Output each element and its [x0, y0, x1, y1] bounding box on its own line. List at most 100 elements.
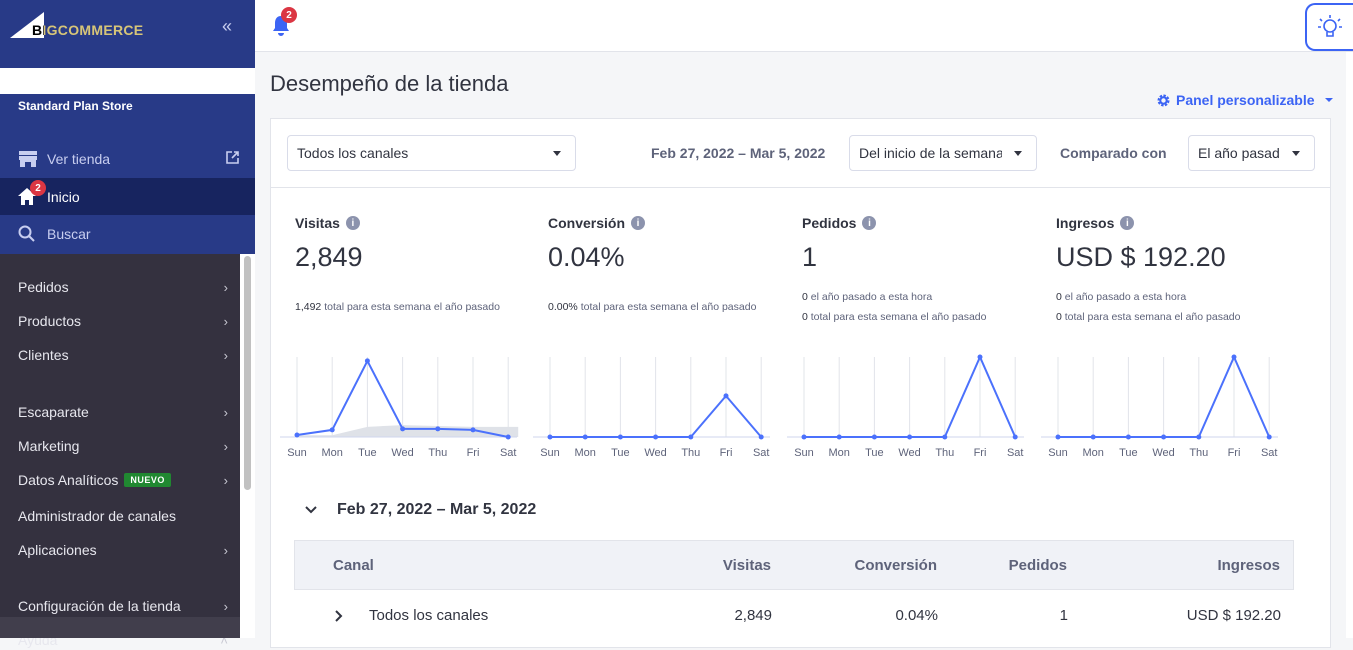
- x-tick-label: Wed: [391, 447, 413, 459]
- period-select[interactable]: Del inicio de la semana: [849, 135, 1037, 171]
- metric-comparison: 0 total para esta semana el año pasado: [802, 311, 987, 323]
- data-point[interactable]: [1231, 354, 1237, 360]
- chart-conversión: Sun Mon Tue Wed Thu Fri Sat: [533, 357, 770, 459]
- data-point[interactable]: [723, 393, 729, 399]
- sidebar-scroll-thumb[interactable]: [244, 256, 251, 490]
- store-name: Standard Plan Store: [18, 99, 133, 113]
- x-tick-label: Wed: [1152, 447, 1174, 459]
- sidebar-item-administrador-de-canales[interactable]: Administrador de canales: [18, 506, 228, 526]
- new-badge: NUEVO: [124, 473, 171, 487]
- sidebar-item-productos[interactable]: Productos ›: [18, 311, 228, 331]
- info-icon[interactable]: i: [345, 216, 360, 230]
- lightbulb-help-button[interactable]: [1305, 3, 1353, 51]
- compare-select[interactable]: El año pasado: [1188, 135, 1315, 171]
- data-point[interactable]: [400, 426, 406, 432]
- data-point[interactable]: [1196, 434, 1202, 440]
- x-tick-label: Wed: [898, 447, 920, 459]
- data-point[interactable]: [435, 426, 441, 432]
- data-point[interactable]: [1161, 434, 1167, 440]
- nav-label: Clientes: [18, 347, 69, 363]
- data-point[interactable]: [1012, 434, 1018, 440]
- data-point[interactable]: [1055, 434, 1061, 440]
- data-point[interactable]: [907, 434, 913, 440]
- cell-orders: 1: [1059, 606, 1068, 624]
- sidebar-item-home[interactable]: 2 Inicio: [0, 178, 255, 215]
- data-point[interactable]: [547, 434, 553, 440]
- chevron-right-icon: ›: [223, 347, 228, 363]
- customizable-panel-link[interactable]: Panel personalizable: [1157, 92, 1333, 108]
- sidebar-item-aplicaciones[interactable]: Aplicaciones ›: [18, 540, 228, 560]
- table-row[interactable]: Todos los canales 2,849 0.04% 1 USD $ 19…: [294, 590, 1294, 640]
- data-point[interactable]: [1090, 434, 1096, 440]
- metric-title: Visitas i: [295, 215, 545, 231]
- data-point[interactable]: [1125, 434, 1131, 440]
- search-icon: [18, 225, 38, 242]
- channels-table: Canal Visitas Conversión Pedidos Ingreso…: [294, 540, 1294, 640]
- caret-down-icon: [553, 151, 561, 156]
- data-point[interactable]: [329, 427, 335, 433]
- data-point[interactable]: [688, 434, 694, 440]
- collapse-sidebar-icon[interactable]: «: [222, 16, 232, 37]
- info-icon[interactable]: i: [862, 216, 877, 230]
- sidebar-item-clientes[interactable]: Clientes ›: [18, 345, 228, 365]
- data-point[interactable]: [871, 434, 877, 440]
- info-icon[interactable]: i: [631, 216, 646, 230]
- sidebar-item-datos-anal-ticos[interactable]: Datos Analíticos NUEVO ›: [18, 470, 228, 490]
- x-tick-label: Mon: [321, 447, 342, 459]
- chevron-right-icon: ›: [223, 472, 228, 488]
- data-point[interactable]: [942, 434, 948, 440]
- data-point[interactable]: [364, 358, 370, 364]
- nav-label: Pedidos: [18, 279, 69, 295]
- table-header: Canal Visitas Conversión Pedidos Ingreso…: [294, 540, 1294, 590]
- metric-2: Pedidos i 1 0 el año pasado a esta hora 0 …: [802, 215, 1052, 327]
- section-header[interactable]: Feb 27, 2022 – Mar 5, 2022: [305, 501, 536, 519]
- cell-visits: 2,849: [734, 606, 772, 624]
- sidebar-item-configuraci-n-de-la-tienda[interactable]: Configuración de la tienda ›: [18, 596, 228, 616]
- sidebar-item-pedidos[interactable]: Pedidos ›: [18, 277, 228, 297]
- nav-label: Marketing: [18, 438, 80, 454]
- data-point[interactable]: [977, 354, 983, 360]
- metric-title: Ingresos i: [1056, 215, 1306, 231]
- metric-comparison: 0 total para esta semana el año pasado: [1056, 311, 1241, 323]
- header-orders: Pedidos: [1008, 556, 1067, 574]
- sidebar-item-view-store[interactable]: Ver tienda: [0, 140, 255, 177]
- sidebar-item-marketing[interactable]: Marketing ›: [18, 436, 228, 456]
- caret-down-icon: [1324, 98, 1333, 102]
- data-point[interactable]: [836, 434, 842, 440]
- x-tick-label: Mon: [1082, 447, 1103, 459]
- data-point[interactable]: [505, 434, 511, 440]
- notifications-badge: 2: [281, 7, 297, 23]
- data-point[interactable]: [653, 434, 659, 440]
- section-title: Feb 27, 2022 – Mar 5, 2022: [337, 501, 537, 518]
- chevron-down-icon[interactable]: [305, 506, 317, 514]
- data-point[interactable]: [758, 434, 764, 440]
- home-label: Inicio: [47, 188, 80, 205]
- data-point[interactable]: [294, 432, 300, 438]
- period-value: Del inicio de la semana: [859, 145, 1002, 161]
- chart-ingresos: Sun Mon Tue Wed Thu Fri Sat: [1041, 354, 1278, 459]
- chart-pedidos: Sun Mon Tue Wed Thu Fri Sat: [787, 354, 1024, 459]
- info-icon[interactable]: i: [1120, 216, 1135, 230]
- store-performance-card: Todos los canales Feb 27, 2022 – Mar 5, …: [270, 118, 1331, 648]
- channel-select[interactable]: Todos los canales: [287, 135, 576, 171]
- x-tick-label: Tue: [1119, 447, 1138, 459]
- home-badge: 2: [30, 180, 46, 196]
- data-point[interactable]: [470, 427, 476, 433]
- x-tick-label: Sat: [500, 447, 517, 459]
- sidebar-item-escaparate[interactable]: Escaparate ›: [18, 402, 228, 422]
- x-tick-label: Sun: [287, 447, 307, 459]
- compare-label: Comparado con: [1060, 145, 1167, 161]
- help-row[interactable]: [0, 617, 240, 638]
- data-point[interactable]: [617, 434, 623, 440]
- nav-label: Administrador de canales: [18, 508, 176, 524]
- data-point[interactable]: [801, 434, 807, 440]
- bigcommerce-logo[interactable]: BIGCOMMERCE: [10, 12, 143, 38]
- data-point[interactable]: [582, 434, 588, 440]
- x-tick-label: Wed: [644, 447, 666, 459]
- data-point[interactable]: [1266, 434, 1272, 440]
- main-scrollbar[interactable]: [1346, 52, 1353, 638]
- x-tick-label: Thu: [1189, 447, 1208, 459]
- chevron-right-icon[interactable]: [335, 610, 343, 622]
- sidebar-item-search[interactable]: Buscar: [0, 215, 255, 252]
- chevron-right-icon: ›: [223, 313, 228, 329]
